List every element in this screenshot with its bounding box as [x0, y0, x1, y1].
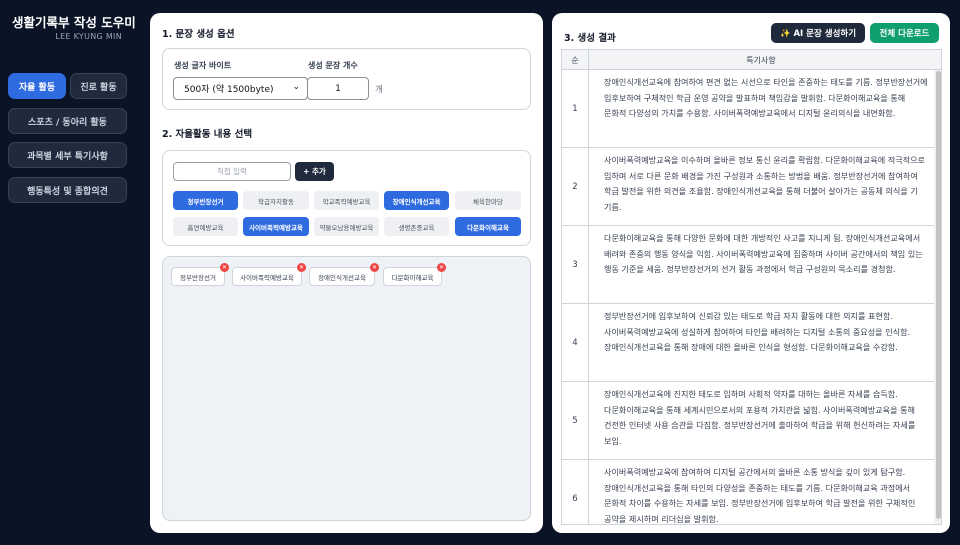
tab-autonomous-activity[interactable]: 자율 활동 [8, 73, 66, 99]
table-header: 순 특기사항 [562, 50, 941, 70]
activity-chip[interactable]: 다문화이해교육 [455, 217, 521, 236]
options-box: 생성 글자 바이트 500자 (약 1500byte) ⌄ 생성 문장 개수 1… [162, 48, 531, 110]
table-row: 3 다문화이해교육을 통해 다양한 문화에 대한 개방적인 사고를 지니게 됨.… [562, 226, 934, 304]
options-section-title: 1. 문장 생성 옵션 [162, 29, 235, 40]
row-number: 1 [562, 70, 589, 147]
count-label: 생성 문장 개수 [308, 61, 358, 70]
table-body: 1 장애인식개선교육에 참여하여 편견 없는 시선으로 타인을 존중하는 태도를… [562, 70, 934, 524]
bytes-label: 생성 글자 바이트 [174, 61, 232, 70]
bytes-select[interactable]: 500자 (약 1500byte) ⌄ [173, 77, 308, 100]
table-row: 1 장애인식개선교육에 참여하여 편견 없는 시선으로 타인을 존중하는 태도를… [562, 70, 934, 148]
row-text[interactable]: 다문화이해교육을 통해 다양한 문화에 대한 개방적인 사고를 지니게 됨. 장… [589, 226, 934, 283]
app-author: LEE KYUNG MIN [55, 32, 122, 41]
custom-activity-input[interactable]: 직접 입력 [173, 162, 291, 181]
row-text[interactable]: 장애인식개선교육에 참여하여 편견 없는 시선으로 타인을 존중하는 태도를 기… [589, 70, 934, 127]
activity-chip[interactable]: 약물오남용예방교육 [314, 217, 379, 236]
selected-tag: 정부반장선거 [171, 267, 225, 286]
selected-tag: 사이버폭력예방교육 [232, 267, 302, 286]
activity-chip[interactable]: 정부반장선거 [173, 191, 238, 210]
download-all-button[interactable]: 전체 다운로드 [870, 23, 939, 43]
row-number: 3 [562, 226, 589, 303]
chevron-down-icon: ⌄ [292, 82, 300, 92]
remove-tag-icon[interactable]: ✕ [297, 263, 306, 272]
activity-chip[interactable]: 체육한마당 [455, 191, 521, 210]
bytes-select-value: 500자 (약 1500byte) [184, 85, 274, 95]
activities-section-title: 2. 자율활동 내용 선택 [162, 129, 253, 140]
activity-chip[interactable]: 사이버폭력예방교육 [243, 217, 309, 236]
table-row: 4 정부반장선거에 입후보하여 신뢰감 있는 태도로 학급 자치 활동에 대한 … [562, 304, 934, 382]
row-text[interactable]: 정부반장선거에 입후보하여 신뢰감 있는 태도로 학급 자치 활동에 대한 의지… [589, 304, 934, 361]
col-header-no: 순 [562, 50, 589, 70]
results-table: 순 특기사항 1 장애인식개선교육에 참여하여 편견 없는 시선으로 타인을 존… [561, 49, 942, 525]
row-text[interactable]: 사이버폭력예방교육에 참여하여 디지털 공간에서의 올바른 소통 방식을 깊이 … [589, 460, 934, 524]
menu-sports-club[interactable]: 스포츠 / 동아리 활동 [8, 108, 127, 134]
activity-chip[interactable]: 학급자치활동 [243, 191, 309, 210]
activity-chip[interactable]: 장애인식개선교육 [384, 191, 449, 210]
row-text[interactable]: 사이버폭력예방교육을 이수하며 올바른 정보 통신 윤리를 확립함. 다문화이해… [589, 148, 934, 221]
row-number: 5 [562, 382, 589, 459]
app-title: 생활기록부 작성 도우미 [12, 15, 136, 30]
row-text[interactable]: 장애인식개선교육에 진지한 태도로 임하며 사회적 약자를 대하는 올바른 자세… [589, 382, 934, 455]
sidebar: 생활기록부 작성 도우미 LEE KYUNG MIN 자율 활동 진로 활동 스… [0, 0, 140, 545]
count-unit: 개 [375, 85, 383, 95]
selected-tag: 다문화이해교육 [383, 267, 442, 286]
row-number: 4 [562, 304, 589, 381]
table-row: 6 사이버폭력예방교육에 참여하여 디지털 공간에서의 올바른 소통 방식을 깊… [562, 460, 934, 524]
ai-generate-button[interactable]: ✨ AI 문장 생성하기 [771, 23, 865, 43]
menu-subject-details[interactable]: 과목별 세부 특기사항 [8, 142, 127, 168]
remove-tag-icon[interactable]: ✕ [437, 263, 446, 272]
scrollbar-thumb[interactable] [936, 71, 941, 519]
menu-behavior-opinion[interactable]: 행동특성 및 종합의견 [8, 177, 127, 203]
row-number: 6 [562, 460, 589, 524]
results-panel: 3. 생성 결과 ✨ AI 문장 생성하기 전체 다운로드 순 특기사항 1 장… [552, 13, 950, 533]
activity-chip[interactable]: 학교폭력예방교육 [314, 191, 379, 210]
remove-tag-icon[interactable]: ✕ [370, 263, 379, 272]
selected-activities-area: 정부반장선거 ✕ 사이버폭력예방교육 ✕ 장애인식개선교육 ✕ 다문화이해교육 … [162, 256, 531, 521]
count-input[interactable]: 1 [307, 77, 369, 100]
tab-career-activity[interactable]: 진로 활동 [70, 73, 127, 99]
table-row: 2 사이버폭력예방교육을 이수하며 올바른 정보 통신 윤리를 확립함. 다문화… [562, 148, 934, 226]
activities-box: 직접 입력 + 추가 정부반장선거 학급자치활동 학교폭력예방교육 장애인식개선… [162, 150, 531, 246]
row-number: 2 [562, 148, 589, 225]
activity-chip[interactable]: 흡연예방교육 [173, 217, 238, 236]
col-header-text: 특기사항 [746, 55, 776, 65]
table-row: 5 장애인식개선교육에 진지한 태도로 임하며 사회적 약자를 대하는 올바른 … [562, 382, 934, 460]
selected-tag: 장애인식개선교육 [309, 267, 375, 286]
options-panel: 1. 문장 생성 옵션 생성 글자 바이트 500자 (약 1500byte) … [150, 13, 543, 533]
add-activity-button[interactable]: + 추가 [295, 162, 334, 181]
activity-chip[interactable]: 생명존중교육 [384, 217, 449, 236]
results-section-title: 3. 생성 결과 [564, 33, 616, 44]
remove-tag-icon[interactable]: ✕ [220, 263, 229, 272]
